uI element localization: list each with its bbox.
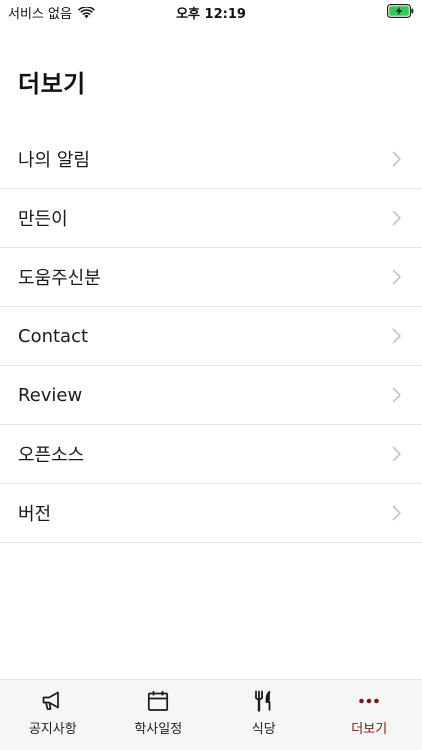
chevron-right-icon — [392, 387, 401, 403]
chevron-right-icon — [392, 446, 401, 462]
tab-bar: 공지사항 학사일정 식당 더보기 — [0, 679, 422, 750]
menu-item-version[interactable]: 버전 — [0, 484, 422, 543]
megaphone-icon — [40, 689, 66, 713]
menu-item-label: 나의 알림 — [18, 150, 90, 171]
tab-more[interactable]: 더보기 — [317, 680, 422, 750]
chevron-right-icon — [392, 328, 401, 344]
status-right — [387, 3, 414, 22]
chevron-right-icon — [392, 210, 401, 226]
menu-item-label: 도움주신분 — [18, 268, 101, 289]
menu-item-notifications[interactable]: 나의 알림 — [0, 130, 422, 189]
chevron-right-icon — [392, 151, 401, 167]
status-time: 오후 12:19 — [176, 7, 246, 22]
more-menu-list: 나의 알림 만든이 도움주신분 Contact Review 오픈소스 버전 — [0, 130, 422, 543]
menu-item-label: Contact — [18, 325, 89, 347]
menu-item-label: 버전 — [18, 504, 52, 525]
more-dots-icon — [356, 689, 382, 713]
menu-item-open-source[interactable]: 오픈소스 — [0, 425, 422, 484]
menu-item-review[interactable]: Review — [0, 366, 422, 425]
menu-item-label: 만든이 — [18, 209, 68, 230]
menu-item-label: 오픈소스 — [18, 445, 85, 466]
calendar-icon — [145, 689, 171, 713]
page-title: 더보기 — [18, 70, 86, 98]
tab-label: 식당 — [251, 722, 276, 737]
menu-item-contributors[interactable]: 도움주신분 — [0, 248, 422, 307]
chevron-right-icon — [392, 269, 401, 285]
more-screen: 서비스 없음 오후 12:19 더보기 나의 알림 만든이 도움주신분 Cont… — [0, 0, 422, 750]
tab-label: 학사일정 — [134, 722, 183, 737]
fork-knife-icon — [251, 689, 277, 713]
menu-item-developers[interactable]: 만든이 — [0, 189, 422, 248]
chevron-right-icon — [392, 505, 401, 521]
tab-notices[interactable]: 공지사항 — [0, 680, 106, 750]
tab-cafeteria[interactable]: 식당 — [211, 680, 317, 750]
menu-item-contact[interactable]: Contact — [0, 307, 422, 366]
battery-charging-icon — [387, 4, 414, 19]
status-bar: 서비스 없음 오후 12:19 — [0, 0, 422, 24]
tab-label: 공지사항 — [28, 722, 77, 737]
tab-label: 더보기 — [351, 722, 388, 737]
menu-item-label: Review — [18, 384, 83, 406]
tab-academic-calendar[interactable]: 학사일정 — [106, 680, 212, 750]
